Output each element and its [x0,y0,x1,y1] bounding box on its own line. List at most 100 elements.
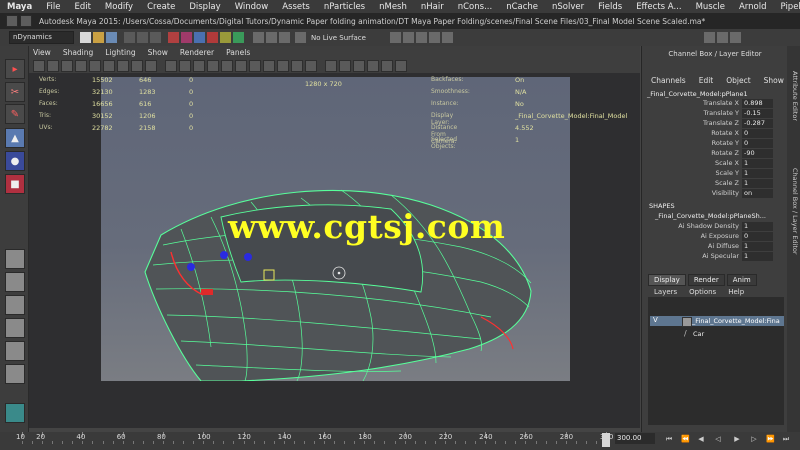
snap-point-icon[interactable] [279,32,290,43]
layer-color-swatch[interactable] [682,317,692,327]
channel-attribute-row[interactable]: Rotate Y0 [645,139,773,148]
viewport-menu-view[interactable]: View [33,48,51,57]
window-minimize-icon[interactable] [20,15,32,27]
viewport-tool-icon[interactable] [325,60,337,72]
viewport-tool-icon[interactable] [61,60,73,72]
shape-attribute-value[interactable]: 1 [742,242,773,251]
viewport-tool-icon[interactable] [277,60,289,72]
channel-box-toggle-icon[interactable] [716,32,728,43]
ipr-render-icon[interactable] [415,32,427,43]
mask-icon[interactable] [168,32,179,43]
layout-side-by-side-icon[interactable] [5,295,25,315]
menu-item-fields[interactable]: Fields [591,2,629,12]
menu-item-nparticles[interactable]: nParticles [317,2,372,12]
layout-graph-icon[interactable] [5,364,25,384]
viewport-tool-icon[interactable] [235,60,247,72]
select-hierarchy-icon[interactable] [124,32,135,43]
select-tool-icon[interactable]: ▸ [5,59,25,79]
current-time-indicator[interactable] [602,433,610,447]
menu-item-maya[interactable]: Maya [0,2,39,12]
viewport-tool-icon[interactable] [291,60,303,72]
viewport-tool-icon[interactable] [145,60,157,72]
menu-item-nhair[interactable]: nHair [414,2,451,12]
menu-item-nsolver[interactable]: nSolver [545,2,591,12]
channel-attribute-value[interactable]: 0.898 [742,99,773,108]
viewport-tool-icon[interactable] [193,60,205,72]
layout-persp-graph-icon[interactable] [5,318,25,338]
channel-attribute-value[interactable]: 0 [742,139,773,148]
viewport-tool-icon[interactable] [367,60,379,72]
channel-attribute-value[interactable]: -90 [742,149,773,158]
channel-attribute-row[interactable]: Rotate X0 [645,129,773,138]
layout-outliner-icon[interactable] [5,341,25,361]
menu-item-create[interactable]: Create [140,2,182,12]
viewport-tool-icon[interactable] [47,60,59,72]
snap-curve-icon[interactable] [266,32,277,43]
channel-attribute-row[interactable]: Translate Y -0.15 [645,109,773,118]
shape-attribute-value[interactable]: 1 [742,252,773,261]
menu-item-edit[interactable]: Edit [67,2,97,12]
viewport-menu-lighting[interactable]: Lighting [105,48,135,57]
viewport-tool-icon[interactable] [381,60,393,72]
menu-item-window[interactable]: Window [228,2,276,12]
select-object-icon[interactable] [137,32,148,43]
viewport-tool-icon[interactable] [165,60,177,72]
viewport-tool-icon[interactable] [75,60,87,72]
shape-attribute-value[interactable]: 1 [742,222,773,231]
live-surface-icon[interactable] [295,32,306,43]
step-forward-key-icon[interactable]: ⏩ [766,435,775,443]
scale-tool-icon[interactable]: ■ [5,174,25,194]
viewport-tool-icon[interactable] [33,60,45,72]
layer-name[interactable]: _Final_Corvette_Model:Fina [692,317,780,325]
layer-tab-render[interactable]: Render [687,274,725,286]
shape-attribute-row[interactable]: Ai Specular 1 [645,252,773,261]
move-tool-icon[interactable]: ▲ [5,128,25,148]
viewport-tool-icon[interactable] [395,60,407,72]
viewport-menu-panels[interactable]: Panels [226,48,250,57]
channel-attribute-row[interactable]: Visibility on [645,189,773,198]
step-back-frame-icon[interactable]: ◀ [697,435,705,443]
menu-item-assets[interactable]: Assets [275,2,317,12]
layout-hypershade-icon[interactable] [5,403,25,423]
channel-attribute-value[interactable]: -0.15 [742,109,773,118]
channel-box-menu-edit[interactable]: Edit [699,76,714,85]
viewport-tool-icon[interactable] [131,60,143,72]
menu-item-pipeline[interactable]: Pipeline [774,2,800,12]
step-back-key-icon[interactable]: ⏪ [681,435,690,443]
channel-attribute-row[interactable]: Scale X1 [645,159,773,168]
shape-attribute-row[interactable]: Ai Exposure 0 [645,232,773,241]
mask-icon[interactable] [194,32,205,43]
viewport-tool-icon[interactable] [339,60,351,72]
viewport-menu-show[interactable]: Show [148,48,168,57]
paint-select-tool-icon[interactable]: ✎ [5,104,25,124]
mask-icon[interactable] [220,32,231,43]
channel-box-menu-show[interactable]: Show [764,76,784,85]
menu-set-dropdown[interactable]: nDynamics [9,31,74,44]
play-backwards-icon[interactable]: ◁ [714,435,722,443]
layout-four-icon[interactable] [5,272,25,292]
menu-item-modify[interactable]: Modify [98,2,140,12]
menu-item-display[interactable]: Display [182,2,227,12]
viewport-tool-icon[interactable] [353,60,365,72]
channel-attribute-value[interactable]: 0 [742,129,773,138]
menu-item-nmesh[interactable]: nMesh [372,2,414,12]
viewport-tool-icon[interactable] [305,60,317,72]
channel-attribute-value[interactable]: 1 [742,169,773,178]
attribute-editor-toggle-icon[interactable] [703,32,715,43]
snap-grid-icon[interactable] [253,32,264,43]
menu-item-muscle[interactable]: Muscle [689,2,732,12]
layout-single-icon[interactable] [5,249,25,269]
mask-icon[interactable] [181,32,192,43]
channel-attribute-row[interactable]: Rotate Z -90 [645,149,773,158]
viewport-menu-renderer[interactable]: Renderer [180,48,214,57]
shape-name[interactable]: _Final_Corvette_Model:pPlaneSh... [655,212,766,220]
viewport-tool-icon[interactable] [179,60,191,72]
hypershade-icon[interactable] [441,32,453,43]
mask-icon[interactable] [207,32,218,43]
viewport-tool-icon[interactable] [221,60,233,72]
go-to-end-icon[interactable]: ⏭ [782,435,790,443]
render-settings-icon[interactable] [428,32,440,43]
channel-attribute-value[interactable]: 1 [742,179,773,188]
channel-box-menu-object[interactable]: Object [726,76,750,85]
channel-box-object-name[interactable]: _Final_Corvette_Model:pPlane1 [647,90,748,98]
